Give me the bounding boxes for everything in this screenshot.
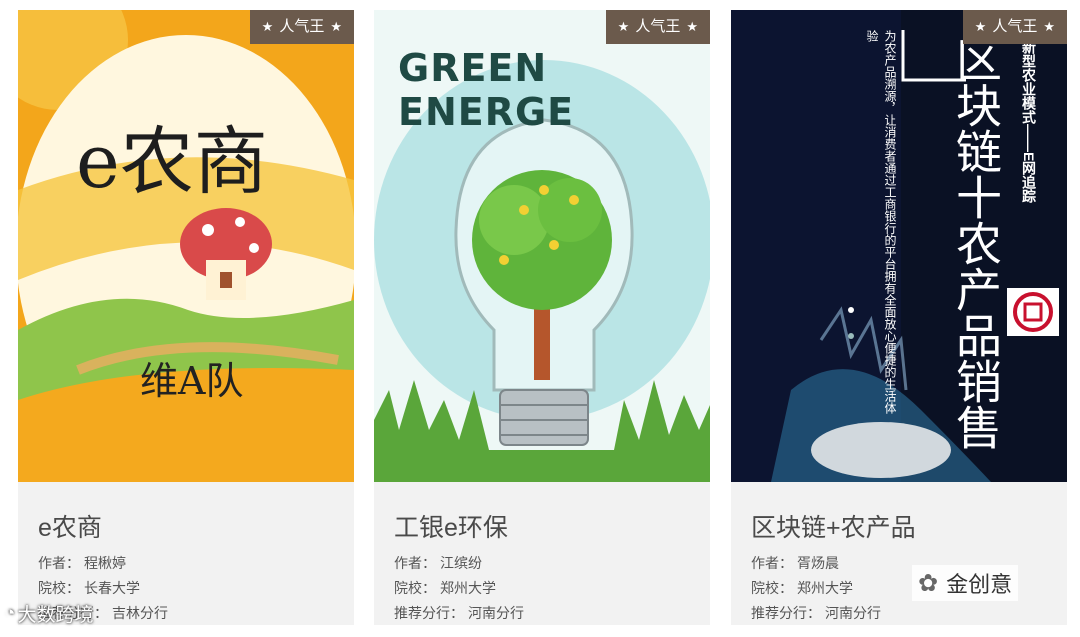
- popularity-badge: ★ 人气王 ★: [605, 10, 710, 44]
- poster-illustration: [731, 10, 1067, 482]
- wechat-icon: ✿: [918, 569, 939, 597]
- author-row: 作者： 程楸婷: [38, 555, 126, 571]
- branch-row: 推荐分行： 河南分行: [751, 605, 881, 621]
- watermark-left: ◔ 大数跨境: [4, 602, 94, 627]
- popularity-badge: ★ 人气王 ★: [249, 10, 354, 44]
- card-title[interactable]: e农商: [38, 508, 102, 544]
- poster-main-text: GREEN ENERGE: [398, 46, 575, 134]
- card-title[interactable]: 区块链+农产品: [751, 508, 916, 544]
- star-icon: ★: [261, 19, 274, 34]
- poster-team-text: 维A队: [140, 359, 244, 403]
- poster-illustration: [18, 10, 354, 482]
- star-icon: ★: [974, 19, 987, 34]
- watermark-right: ✿ 金创意: [912, 565, 1019, 601]
- school-row: 院校： 长春大学: [38, 580, 140, 596]
- card-title[interactable]: 工银e环保: [394, 508, 508, 544]
- poster-side-text-2: 为农产品溯源，让消费者通过工商银行的平台拥有全面放心便捷的生活体验: [865, 30, 897, 414]
- badge-label: 人气王: [635, 18, 681, 35]
- star-icon: ★: [686, 19, 698, 34]
- project-card-2[interactable]: GREEN ENERGE ★ 人气王 ★ 工银e环保 作者： 江缤纷 院校： 郑州大…: [374, 10, 710, 625]
- project-card-1[interactable]: e农商 维A队 ★ 人气王 ★ e农商 作者： 程楸婷 院校： 长春大学 推荐分行：…: [18, 10, 354, 625]
- star-icon: ★: [330, 19, 342, 34]
- project-card-3[interactable]: 区块链十农产品销售 新型农业模式——E网追踪 为农产品溯源，让消费者通过工商银行…: [731, 10, 1067, 625]
- poster-image-e-nongshang[interactable]: e农商 维A队: [18, 10, 354, 482]
- poster-image-green-energy[interactable]: GREEN ENERGE: [374, 10, 710, 482]
- star-icon: ★: [617, 19, 630, 34]
- poster-image-blockchain[interactable]: 区块链十农产品销售 新型农业模式——E网追踪 为农产品溯源，让消费者通过工商银行…: [731, 10, 1067, 482]
- branch-row: 推荐分行： 河南分行: [394, 605, 524, 621]
- poster-main-text: e农商: [76, 119, 268, 205]
- author-row: 作者： 江缤纷: [394, 555, 482, 571]
- school-row: 院校： 郑州大学: [394, 580, 496, 596]
- school-row: 院校： 郑州大学: [751, 580, 853, 596]
- badge-label: 人气王: [279, 18, 325, 35]
- badge-label: 人气王: [992, 18, 1038, 35]
- star-icon: ★: [1043, 19, 1055, 34]
- poster-side-text-1: 新型农业模式——E网追踪: [1021, 40, 1037, 204]
- popularity-badge: ★ 人气王 ★: [962, 10, 1067, 44]
- logo-icon: ◔: [4, 602, 16, 624]
- poster-main-text: 区块链十农产品销售: [949, 36, 1003, 450]
- author-row: 作者： 胥炀晨: [751, 555, 839, 571]
